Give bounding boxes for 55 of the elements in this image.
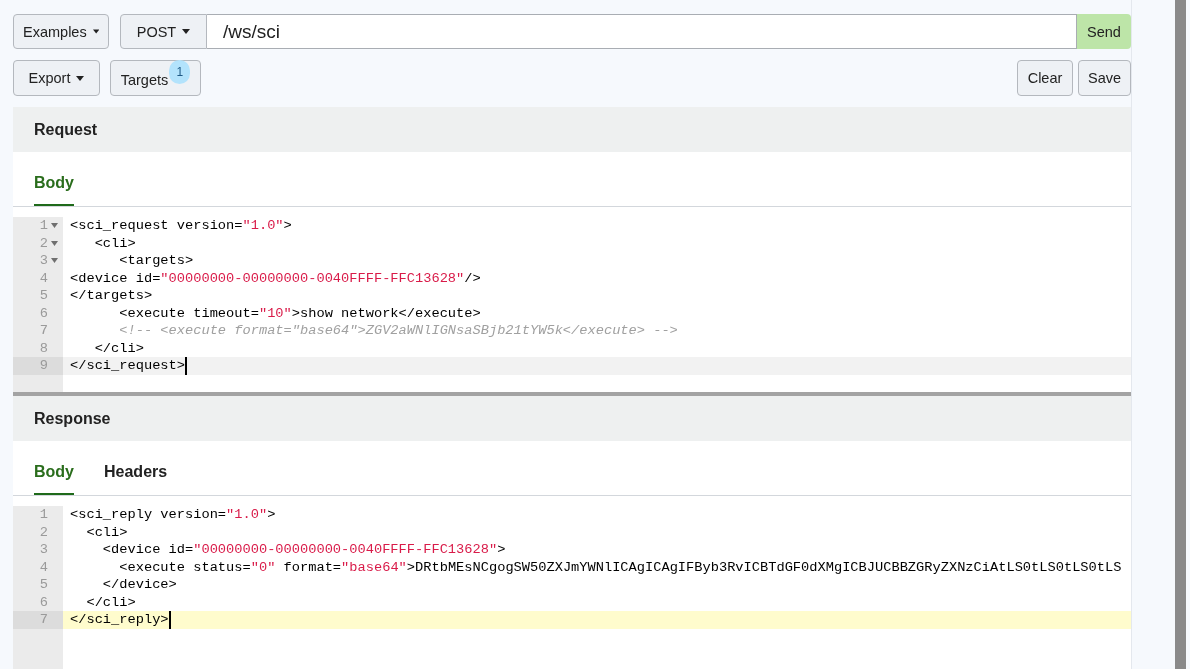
code-line: <cli> (86, 523, 128, 541)
line-number: 3 (39, 541, 48, 559)
code-line: <cli> (94, 234, 136, 252)
clear-button[interactable]: Clear (1017, 60, 1073, 96)
url-field[interactable]: /ws/sci (207, 14, 1077, 49)
tab[interactable]: Body (34, 173, 74, 206)
export-dropdown-button[interactable]: Export (13, 60, 100, 96)
line-number: 7 (39, 322, 48, 340)
code-line: <sci_reply version="1.0"> (70, 506, 276, 524)
panel-title: Request (34, 120, 98, 139)
code-line: <!-- <execute format="base64">ZGV2aWNlIGNsaSBjb21tYW5k</execute> --> (119, 322, 678, 340)
line-number: 7 (39, 611, 48, 629)
code-line: </cli> (86, 593, 136, 611)
targets-button[interactable]: Targets 1 (110, 60, 201, 96)
line-number: 3 (39, 252, 48, 270)
code-line: <targets> (119, 252, 194, 270)
caret-down-icon (182, 29, 191, 34)
code-line: <device id="00000000-00000000-0040FFFF-FFC13628"/> (70, 269, 481, 287)
code-line: <execute status="0" format="base64">DRtbMEsNCgogSW50ZXJmYWNlICAgICAgIFByb3RvICBTdGF0dXMgICBJUCBBZGRyZXNzCiAtLS0tLS0tLS0tLS (119, 558, 1122, 576)
line-number: 8 (39, 339, 48, 357)
line-number: 5 (39, 576, 48, 594)
code-line: <device id="00000000-00000000-0040FFFF-FFC13628"> (102, 541, 506, 559)
code-line: <sci_request version="1.0"> (70, 217, 292, 235)
tab[interactable]: Headers (104, 462, 168, 495)
code-line: </cli> (94, 339, 144, 357)
count-badge: 1 (169, 60, 191, 84)
text-cursor (185, 357, 187, 375)
caret-down-icon (92, 29, 99, 34)
code-line: <execute timeout="10">show network</execute> (119, 304, 481, 322)
text-cursor (168, 611, 171, 629)
code-line: </targets> (70, 287, 153, 305)
line-number: 2 (39, 234, 48, 252)
save-button[interactable]: Save (1078, 60, 1131, 96)
send-button[interactable]: Send (1077, 14, 1131, 49)
line-number: 2 (39, 523, 48, 541)
fold-caret-icon[interactable] (51, 258, 58, 264)
panel-title: Response (34, 409, 111, 428)
line-number: 1 (39, 506, 48, 524)
line-number: 4 (39, 269, 48, 287)
line-number: 6 (39, 304, 48, 322)
fold-caret-icon[interactable] (51, 240, 58, 246)
method-dropdown-button[interactable]: POST (120, 14, 207, 49)
scrollbar-thumb[interactable] (1175, 0, 1186, 669)
examples-dropdown-button[interactable]: Examples (13, 14, 109, 49)
code-line: </sci_reply> (70, 611, 169, 629)
code-line: </device> (102, 576, 177, 594)
tab[interactable]: Body (34, 462, 74, 495)
line-number: 4 (39, 558, 48, 576)
line-number: 1 (39, 217, 48, 235)
caret-down-icon (76, 75, 85, 81)
line-number: 5 (39, 287, 48, 305)
line-number: 9 (39, 357, 48, 375)
line-number: 6 (39, 593, 48, 611)
code-line: </sci_request> (70, 357, 185, 375)
fold-caret-icon[interactable] (51, 223, 58, 229)
